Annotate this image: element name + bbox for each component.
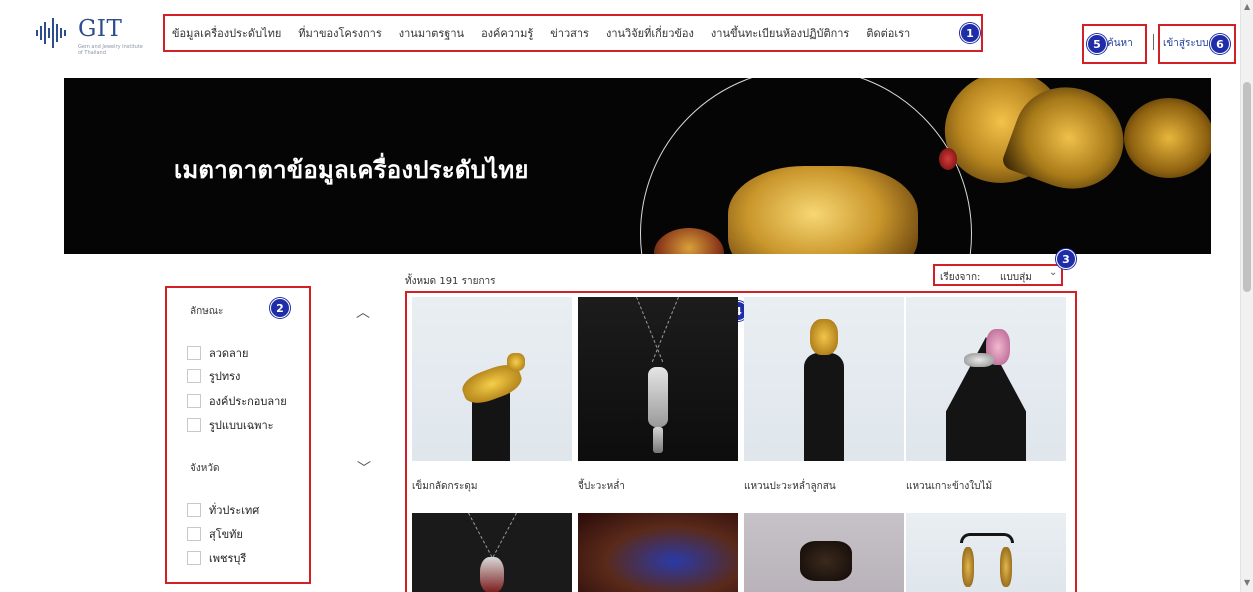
product-card[interactable] <box>906 513 1066 592</box>
filter-option-label: ลวดลาย <box>209 347 249 360</box>
hero-banner: เมตาดาตาข้อมูลเครื่องประดับไทย <box>64 78 1211 254</box>
annotation-badge-1: 1 <box>960 23 980 43</box>
chevron-down-icon[interactable]: ﹀ <box>357 458 371 478</box>
filter-group-title-characteristics[interactable]: ลักษณะ <box>190 304 223 319</box>
nav-item-standards[interactable]: งานมาตรฐาน <box>399 24 464 42</box>
checkbox[interactable] <box>187 346 201 360</box>
sort-selected-value[interactable]: แบบสุ่ม <box>1000 270 1032 285</box>
scroll-up-arrow-icon[interactable]: ▲ <box>1244 2 1250 11</box>
chevron-up-icon[interactable]: ︿ <box>356 302 370 322</box>
nav-item-knowledge[interactable]: องค์ความรู้ <box>481 24 533 42</box>
nav-item-news[interactable]: ข่าวสาร <box>550 24 589 42</box>
sound-wave-logo-icon <box>36 18 66 48</box>
hero-red-gem-image <box>939 148 957 170</box>
annotation-badge-5: 5 <box>1087 34 1107 54</box>
login-link[interactable]: เข้าสู่ระบบ <box>1163 36 1208 51</box>
checkbox[interactable] <box>187 551 201 565</box>
product-name[interactable]: แหวนเกาะข้างใบไม้ <box>906 479 1066 494</box>
filter-option-sukhothai[interactable]: สุโขทัย <box>187 525 243 543</box>
page-title: เมตาดาตาข้อมูลเครื่องประดับไทย <box>174 156 529 184</box>
filter-option-label: สุโขทัย <box>209 528 243 541</box>
search-link[interactable]: ค้นหา <box>1107 36 1133 51</box>
product-image[interactable] <box>412 513 572 592</box>
product-name[interactable]: เข็มกลัดกระดุม <box>412 479 572 494</box>
scroll-thumb[interactable] <box>1243 82 1251 292</box>
checkbox[interactable] <box>187 503 201 517</box>
logo-text: GIT <box>78 16 123 42</box>
product-image-brooch[interactable] <box>412 297 572 461</box>
checkbox[interactable] <box>187 394 201 408</box>
annotation-badge-2: 2 <box>270 298 290 318</box>
product-card[interactable]: แหวนเกาะข้างใบไม้ <box>906 297 1066 494</box>
product-name[interactable]: จี้ปะวะหล่ำ <box>578 479 738 494</box>
product-card[interactable]: เข็มกลัดกระดุม <box>412 297 572 494</box>
checkbox[interactable] <box>187 418 201 432</box>
product-card[interactable]: จี้ปะวะหล่ำ <box>578 297 738 494</box>
product-image[interactable] <box>744 513 904 592</box>
filter-option-nationwide[interactable]: ทั่วประเทศ <box>187 501 259 519</box>
chevron-down-icon[interactable]: ⌄ <box>1049 267 1057 278</box>
product-image-ring[interactable] <box>744 297 904 461</box>
hero-gold-leaf-image <box>1124 98 1211 178</box>
filter-option-label: รูปทรง <box>209 370 241 383</box>
nav-item-contact[interactable]: ติดต่อเรา <box>866 24 910 42</box>
product-image-pendant[interactable] <box>578 297 738 461</box>
filter-option-label: องค์ประกอบลาย <box>209 395 287 408</box>
checkbox[interactable] <box>187 527 201 541</box>
scroll-down-arrow-icon[interactable]: ▼ <box>1244 578 1250 587</box>
product-card[interactable] <box>578 513 738 592</box>
main-nav: ข้อมูลเครื่องประดับไทย ที่มาของโครงการ ง… <box>172 24 910 42</box>
filter-group-title-province[interactable]: จังหวัด <box>190 461 219 476</box>
site-logo[interactable]: GIT Gem and Jewelry Institute of Thailan… <box>34 16 154 60</box>
hero-gold-bracelet-image <box>728 166 918 254</box>
filter-option-label: รูปแบบเฉพาะ <box>209 419 274 432</box>
checkbox[interactable] <box>187 369 201 383</box>
page-scrollbar[interactable]: ▲ ▼ <box>1240 0 1253 592</box>
logo-tagline: Gem and Jewelry Institute of Thailand <box>78 44 143 56</box>
product-image-ring-leaf[interactable] <box>906 297 1066 461</box>
filter-option-phetchaburi[interactable]: เพชรบุรี <box>187 549 246 567</box>
product-image[interactable] <box>578 513 738 592</box>
product-name[interactable]: แหวนปะวะหล่ำลูกสน <box>744 479 904 494</box>
header-divider <box>1153 34 1154 50</box>
filter-option-pattern-components[interactable]: องค์ประกอบลาย <box>187 392 287 410</box>
filter-option-shape[interactable]: รูปทรง <box>187 367 240 385</box>
filter-option-label: เพชรบุรี <box>209 552 247 565</box>
annotation-badge-3: 3 <box>1056 249 1076 269</box>
product-card[interactable]: แหวนปะวะหล่ำลูกสน <box>744 297 904 494</box>
filter-option-special-style[interactable]: รูปแบบเฉพาะ <box>187 416 274 434</box>
product-image[interactable] <box>906 513 1066 592</box>
filter-option-label: ทั่วประเทศ <box>209 504 260 517</box>
nav-item-research[interactable]: งานวิจัยที่เกี่ยวข้อง <box>606 24 694 42</box>
nav-item-lab-registration[interactable]: งานขึ้นทะเบียนห้องปฏิบัติการ <box>711 24 849 42</box>
annotation-badge-6: 6 <box>1210 34 1230 54</box>
result-count: ทั้งหมด 191 รายการ <box>405 276 496 287</box>
nav-item-thai-jewelry-data[interactable]: ข้อมูลเครื่องประดับไทย <box>172 24 281 42</box>
product-card[interactable] <box>744 513 904 592</box>
nav-item-project-origin[interactable]: ที่มาของโครงการ <box>298 24 381 42</box>
filter-option-pattern[interactable]: ลวดลาย <box>187 344 248 362</box>
product-card[interactable] <box>412 513 572 592</box>
sort-label: เรียงจาก: <box>940 272 981 283</box>
